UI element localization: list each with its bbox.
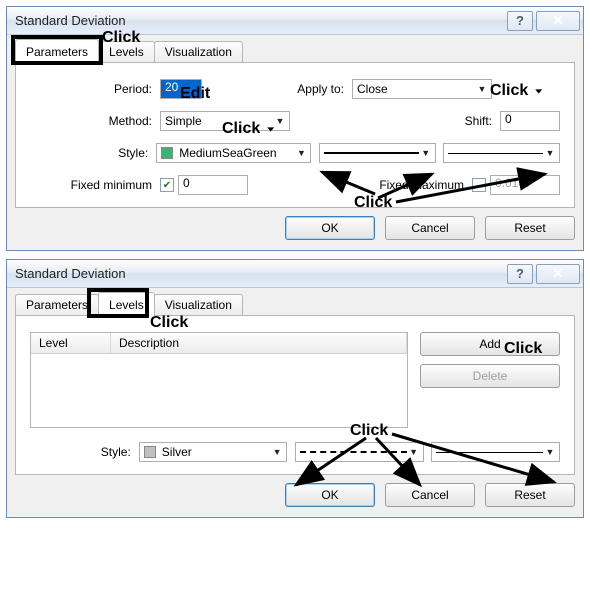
style-color-combo[interactable]: MediumSeaGreen ▼ bbox=[156, 143, 311, 163]
fixed-max-checkbox[interactable] bbox=[472, 178, 486, 192]
dialog-levels: Standard Deviation ? ✕ Parameters Levels… bbox=[6, 259, 584, 518]
style-label: Style: bbox=[30, 146, 156, 160]
fixed-max-label: Fixed maximum bbox=[372, 178, 472, 192]
shift-input[interactable]: 0 bbox=[500, 111, 560, 131]
chevron-down-icon: ▼ bbox=[419, 148, 433, 158]
add-button[interactable]: Add bbox=[420, 332, 560, 356]
close-button[interactable]: ✕ bbox=[536, 11, 580, 31]
col-level: Level bbox=[31, 333, 111, 353]
cancel-button[interactable]: Cancel bbox=[385, 216, 475, 240]
fixed-min-label: Fixed minimum bbox=[30, 178, 160, 192]
apply-to-combo[interactable]: Close ▼ bbox=[352, 79, 492, 99]
client-area: Parameters Levels Visualization Period: … bbox=[7, 35, 583, 250]
chevron-down-icon: ▼ bbox=[543, 148, 557, 158]
chevron-down-icon: ▼ bbox=[543, 447, 557, 457]
dialog-parameters: Standard Deviation ? ✕ Parameters Levels… bbox=[6, 6, 584, 251]
levels-list[interactable]: Level Description bbox=[30, 332, 408, 428]
button-row: OK Cancel Reset bbox=[15, 208, 575, 242]
window-title: Standard Deviation bbox=[15, 266, 507, 281]
style-color-value: Silver bbox=[162, 445, 192, 459]
titlebar: Standard Deviation ? ✕ bbox=[7, 7, 583, 35]
chevron-down-icon: ▼ bbox=[407, 447, 421, 457]
fixed-min-checkbox[interactable]: ✔ bbox=[160, 178, 174, 192]
delete-button[interactable]: Delete bbox=[420, 364, 560, 388]
style-line-combo[interactable]: ▼ bbox=[295, 442, 424, 462]
period-label: Period: bbox=[30, 82, 160, 96]
style-label: Style: bbox=[30, 445, 139, 459]
color-swatch-icon bbox=[161, 147, 173, 159]
tab-visualization[interactable]: Visualization bbox=[154, 41, 243, 63]
period-input[interactable]: 20 bbox=[160, 79, 202, 99]
fixed-min-input[interactable]: 0 bbox=[178, 175, 248, 195]
tabstrip: Parameters Levels Visualization bbox=[15, 292, 575, 316]
shift-label: Shift: bbox=[450, 114, 500, 128]
tabstrip: Parameters Levels Visualization bbox=[15, 39, 575, 63]
fixed-max-input[interactable]: 0.0147 bbox=[490, 175, 560, 195]
method-label: Method: bbox=[30, 114, 160, 128]
chevron-down-icon: ▼ bbox=[475, 84, 489, 94]
close-button[interactable]: ✕ bbox=[536, 264, 580, 284]
col-description: Description bbox=[111, 333, 407, 353]
reset-button[interactable]: Reset bbox=[485, 216, 575, 240]
tab-parameters[interactable]: Parameters bbox=[15, 39, 99, 63]
tab-levels[interactable]: Levels bbox=[98, 41, 155, 63]
reset-button[interactable]: Reset bbox=[485, 483, 575, 507]
method-value: Simple bbox=[165, 114, 202, 128]
help-button[interactable]: ? bbox=[507, 11, 533, 31]
ok-button[interactable]: OK bbox=[285, 483, 375, 507]
style-width-combo[interactable]: ▼ bbox=[431, 442, 560, 462]
cancel-button[interactable]: Cancel bbox=[385, 483, 475, 507]
chevron-down-icon: ▼ bbox=[294, 148, 308, 158]
method-combo[interactable]: Simple ▼ bbox=[160, 111, 290, 131]
client-area: Parameters Levels Visualization Level De… bbox=[7, 288, 583, 517]
tab-parameters[interactable]: Parameters bbox=[15, 294, 99, 316]
list-header: Level Description bbox=[31, 333, 407, 354]
parameters-panel: Period: 20 Apply to: Close ▼ Method: Sim… bbox=[15, 62, 575, 208]
apply-to-label: Apply to: bbox=[272, 82, 352, 96]
close-icon: ✕ bbox=[552, 12, 564, 29]
style-color-value: MediumSeaGreen bbox=[179, 146, 276, 160]
tab-visualization[interactable]: Visualization bbox=[154, 294, 243, 316]
color-swatch-icon bbox=[144, 446, 156, 458]
chevron-down-icon: ▼ bbox=[270, 447, 284, 457]
style-color-combo[interactable]: Silver ▼ bbox=[139, 442, 287, 462]
button-row: OK Cancel Reset bbox=[15, 475, 575, 509]
window-title: Standard Deviation bbox=[15, 13, 507, 28]
tab-levels[interactable]: Levels bbox=[98, 292, 155, 316]
ok-button[interactable]: OK bbox=[285, 216, 375, 240]
style-width-combo[interactable]: ▼ bbox=[443, 143, 560, 163]
style-line-combo[interactable]: ▼ bbox=[319, 143, 436, 163]
close-icon: ✕ bbox=[552, 265, 564, 282]
titlebar: Standard Deviation ? ✕ bbox=[7, 260, 583, 288]
levels-panel: Level Description Add Delete Style: Silv… bbox=[15, 315, 575, 475]
apply-to-value: Close bbox=[357, 82, 388, 96]
chevron-down-icon: ▼ bbox=[273, 116, 287, 126]
help-button[interactable]: ? bbox=[507, 264, 533, 284]
